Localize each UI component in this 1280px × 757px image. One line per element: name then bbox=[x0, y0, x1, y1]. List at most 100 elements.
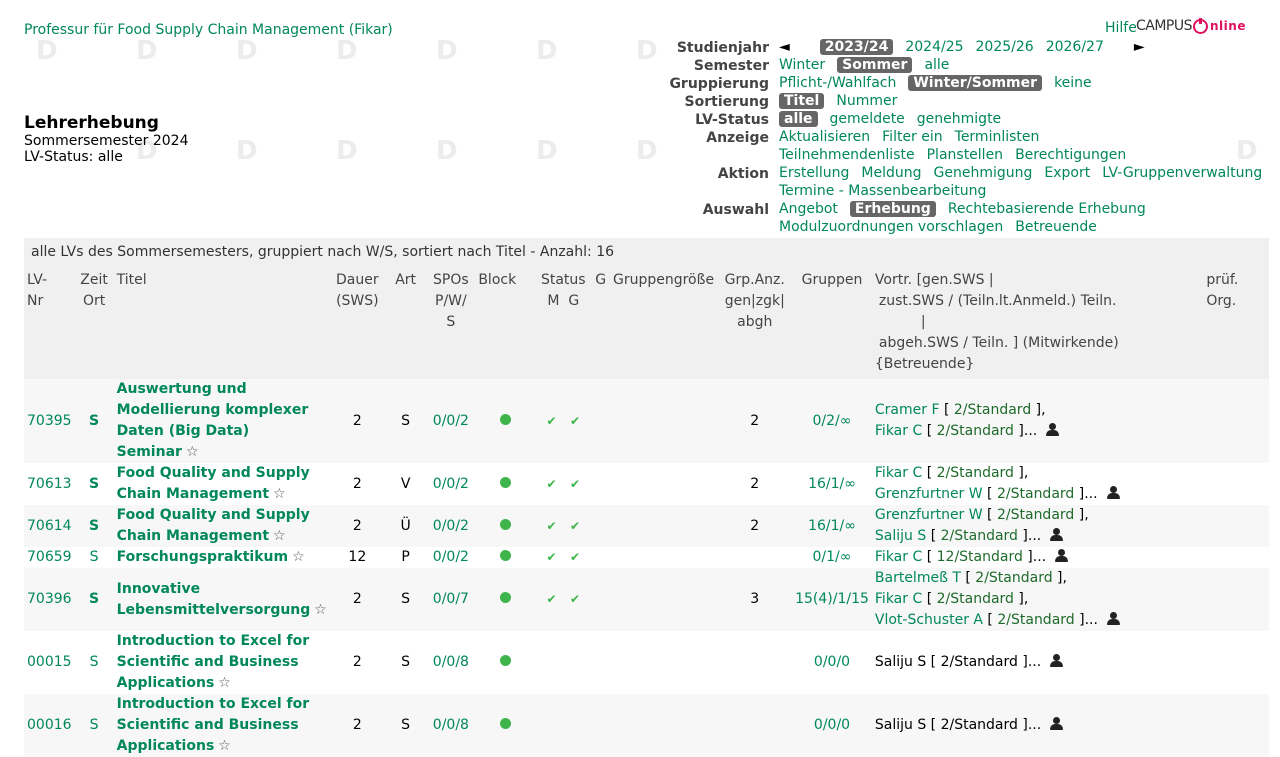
course-title-link[interactable]: Introduction to Excel for Scientific and… bbox=[117, 696, 310, 754]
aktion-link[interactable]: Termine - Massenbearbeitung bbox=[779, 183, 986, 199]
gruppen-link[interactable]: 0/2/∞ bbox=[813, 413, 852, 429]
lecturer-sws-link[interactable]: 12/Standard bbox=[937, 549, 1023, 565]
lecturer-sws-link[interactable]: 2/Standard bbox=[975, 570, 1052, 586]
lv-number-link[interactable]: 00015 bbox=[27, 654, 72, 670]
year-option[interactable]: 2025/26 bbox=[976, 39, 1034, 55]
spos-link[interactable]: 0/0/8 bbox=[433, 654, 469, 670]
sortierung-option-selected[interactable]: Titel bbox=[779, 93, 825, 109]
lecturer-link[interactable]: Fikar C bbox=[875, 549, 922, 565]
sortierung-option[interactable]: Nummer bbox=[836, 93, 897, 109]
aktion-link[interactable]: LV-Gruppenverwaltung bbox=[1102, 165, 1262, 181]
table-row[interactable]: 00015 S Introduction to Excel for Scientif… bbox=[24, 631, 1269, 694]
next-year-arrow-icon[interactable]: ► bbox=[1134, 39, 1145, 55]
lecturer-link[interactable]: Fikar C bbox=[875, 423, 922, 439]
lecturer-link[interactable]: Bartelmeß T bbox=[875, 570, 961, 586]
lvstatus-option[interactable]: gemeldete bbox=[830, 111, 905, 127]
person-icon[interactable] bbox=[1049, 654, 1064, 668]
col-header-zeit[interactable]: Zeit Ort bbox=[74, 266, 114, 379]
col-header-grpanz[interactable]: Grp.Anz. gen|zgk| abgh bbox=[717, 266, 793, 379]
org-link[interactable]: Professur für Food Supply Chain Manageme… bbox=[24, 22, 393, 38]
person-icon[interactable] bbox=[1045, 423, 1060, 437]
favorite-star-icon[interactable]: ☆ bbox=[273, 486, 286, 502]
gruppen-link[interactable]: 0/0/0 bbox=[814, 717, 850, 733]
course-title-link[interactable]: Innovative Lebensmittelversorgung bbox=[117, 581, 311, 618]
zeit-ort-link[interactable]: S bbox=[90, 717, 99, 733]
auswahl-option-selected[interactable]: Erhebung bbox=[849, 201, 936, 217]
col-header-titel[interactable]: Titel bbox=[113, 266, 330, 379]
col-header-vortragende[interactable]: Vortr. [gen.SWS | zust.SWS / (Teiln.lt.An… bbox=[871, 266, 1204, 379]
spos-link[interactable]: 0/0/2 bbox=[433, 518, 469, 534]
aktion-link[interactable]: Erstellung bbox=[779, 165, 849, 181]
table-row[interactable]: 00016 S Introduction to Excel for Scientif… bbox=[24, 694, 1269, 757]
lvstatus-option-selected[interactable]: alle bbox=[779, 111, 818, 127]
lv-number-link[interactable]: 70395 bbox=[27, 413, 72, 429]
campus-online-logo[interactable]: CAMPUS nline bbox=[1136, 17, 1246, 34]
help-link[interactable]: Hilfe bbox=[1105, 20, 1137, 36]
anzeige-link[interactable]: Planstellen bbox=[927, 147, 1003, 163]
auswahl-link[interactable]: Modulzuordnungen vorschlagen bbox=[779, 219, 1003, 235]
gruppierung-option[interactable]: keine bbox=[1054, 75, 1092, 91]
col-header-dauer[interactable]: Dauer (SWS) bbox=[329, 266, 385, 379]
anzeige-link[interactable]: Berechtigungen bbox=[1015, 147, 1126, 163]
spos-link[interactable]: 0/0/2 bbox=[433, 549, 469, 565]
lecturer-sws-link[interactable]: 2/Standard bbox=[937, 465, 1014, 481]
auswahl-link[interactable]: Betreuende bbox=[1015, 219, 1097, 235]
table-row[interactable]: 70613 S Food Quality and Supply Chain Mana… bbox=[24, 463, 1269, 505]
lv-number-link[interactable]: 70396 bbox=[27, 591, 72, 607]
lecturer-link[interactable]: Fikar C bbox=[875, 591, 922, 607]
col-header-g[interactable]: G bbox=[591, 266, 610, 379]
lecturer-sws-link[interactable]: 2/Standard bbox=[941, 528, 1018, 544]
auswahl-link[interactable]: Angebot bbox=[779, 201, 838, 217]
year-option-selected[interactable]: 2023/24 bbox=[819, 39, 894, 55]
zeit-ort-link[interactable]: S bbox=[90, 654, 99, 670]
favorite-star-icon[interactable]: ☆ bbox=[314, 602, 327, 618]
lecturer-sws-link[interactable]: 2/Standard bbox=[954, 402, 1031, 418]
col-header-block[interactable]: Block bbox=[475, 266, 535, 379]
course-title-link[interactable]: Auswertung und Modellierung komplexer Da… bbox=[117, 381, 309, 460]
lecturer-sws-link[interactable]: 2/Standard bbox=[997, 507, 1074, 523]
gruppen-link[interactable]: 0/1/∞ bbox=[813, 549, 852, 565]
favorite-star-icon[interactable]: ☆ bbox=[292, 549, 305, 565]
year-option[interactable]: 2026/27 bbox=[1046, 39, 1104, 55]
zeit-ort-link[interactable]: S bbox=[89, 413, 99, 429]
lv-number-link[interactable]: 00016 bbox=[27, 717, 72, 733]
prev-year-arrow-icon[interactable]: ◄ bbox=[779, 39, 790, 55]
zeit-ort-link[interactable]: S bbox=[90, 549, 99, 565]
lv-number-link[interactable]: 70614 bbox=[27, 518, 72, 534]
col-header-art[interactable]: Art bbox=[384, 266, 427, 379]
lv-number-link[interactable]: 70659 bbox=[27, 549, 72, 565]
auswahl-link[interactable]: Rechtebasierende Erhebung bbox=[948, 201, 1146, 217]
course-title-link[interactable]: Forschungspraktikum bbox=[117, 549, 288, 565]
favorite-star-icon[interactable]: ☆ bbox=[218, 738, 231, 754]
anzeige-link[interactable]: Teilnehmendenliste bbox=[779, 147, 915, 163]
aktion-link[interactable]: Genehmigung bbox=[934, 165, 1033, 181]
lecturer-link[interactable]: Vlot-Schuster A bbox=[875, 612, 983, 628]
lecturer-sws-link[interactable]: 2/Standard bbox=[997, 612, 1074, 628]
semester-option-selected[interactable]: Sommer bbox=[837, 57, 913, 73]
lecturer-link[interactable]: Saliju S bbox=[875, 528, 926, 544]
table-row[interactable]: 70614 S Food Quality and Supply Chain Mana… bbox=[24, 505, 1269, 547]
person-icon[interactable] bbox=[1049, 717, 1064, 731]
spos-link[interactable]: 0/0/2 bbox=[433, 476, 469, 492]
anzeige-link[interactable]: Terminlisten bbox=[955, 129, 1040, 145]
anzeige-link[interactable]: Filter ein bbox=[882, 129, 943, 145]
lecturer-sws-link[interactable]: 2/Standard bbox=[937, 591, 1014, 607]
gruppen-link[interactable]: 16/1/∞ bbox=[808, 476, 856, 492]
col-header-gruppengroesse[interactable]: Gruppengröße bbox=[609, 266, 718, 379]
col-header-gruppen[interactable]: Gruppen bbox=[792, 266, 872, 379]
aktion-link[interactable]: Meldung bbox=[861, 165, 921, 181]
lecturer-link[interactable]: Grenzfurtner W bbox=[875, 486, 983, 502]
col-header-lvnr[interactable]: LV- Nr bbox=[24, 266, 75, 379]
gruppen-link[interactable]: 0/0/0 bbox=[814, 654, 850, 670]
col-header-pruef-org[interactable]: prüf. Org. bbox=[1203, 266, 1269, 379]
lecturer-link[interactable]: Cramer F bbox=[875, 402, 940, 418]
col-header-status[interactable]: Status M G bbox=[534, 266, 592, 379]
anzeige-link[interactable]: Aktualisieren bbox=[779, 129, 870, 145]
table-row[interactable]: 70659 S Forschungspraktikum ☆ 12 P 0/0/2 ✔ ✔ 0/1… bbox=[24, 547, 1269, 568]
table-row[interactable]: 70396 S Innovative Lebensmittelversorgung ☆… bbox=[24, 568, 1269, 631]
zeit-ort-link[interactable]: S bbox=[89, 476, 99, 492]
spos-link[interactable]: 0/0/8 bbox=[433, 717, 469, 733]
gruppierung-option-selected[interactable]: Winter/Sommer bbox=[908, 75, 1043, 91]
gruppen-link[interactable]: 15(4)/1/15 bbox=[795, 591, 869, 607]
course-title-link[interactable]: Introduction to Excel for Scientific and… bbox=[117, 633, 310, 691]
